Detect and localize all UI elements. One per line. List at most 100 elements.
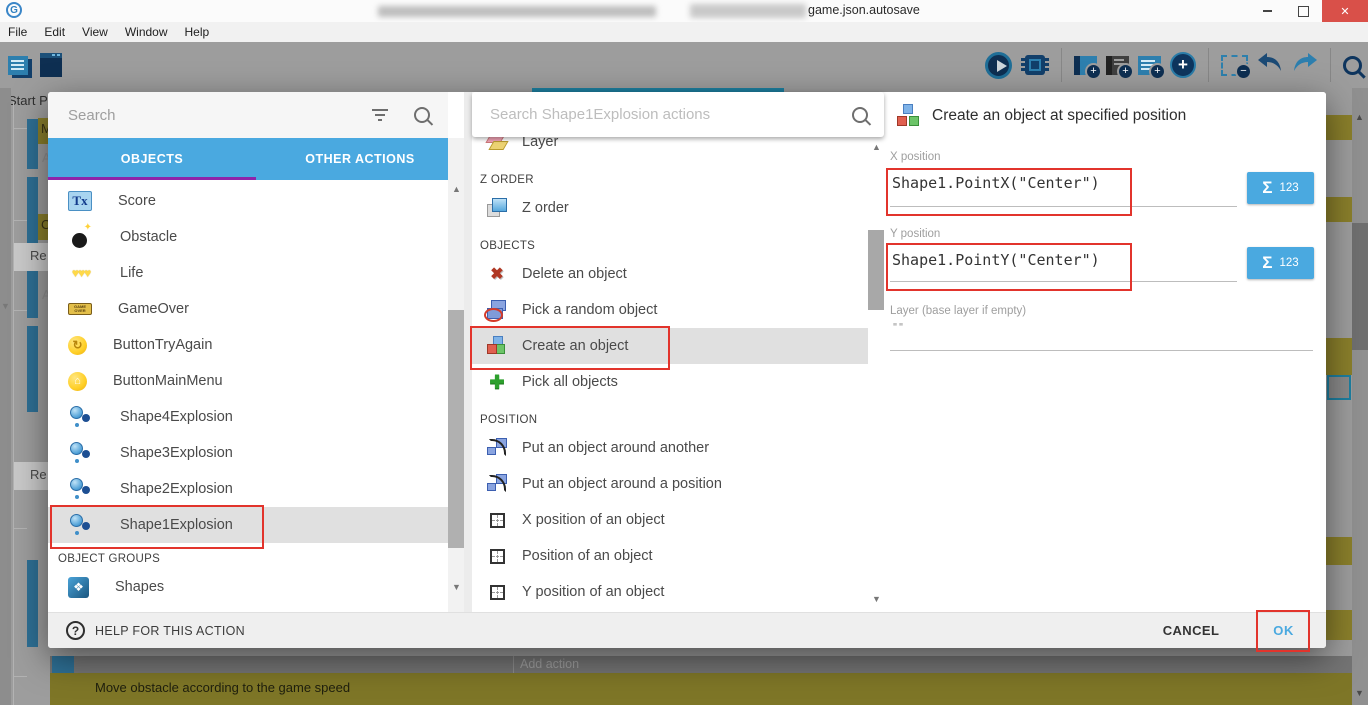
add-event-icon[interactable] xyxy=(1074,56,1097,75)
section-header-objects: OBJECTS xyxy=(472,226,868,256)
object-item-shape1explosion[interactable]: Shape1Explosion xyxy=(48,507,448,543)
field-value-input[interactable]: "" xyxy=(892,322,904,333)
object-item-buttontryagain[interactable]: ↻ButtonTryAgain xyxy=(48,327,448,363)
z-order-icon xyxy=(486,198,508,218)
menu-edit[interactable]: Edit xyxy=(44,25,65,39)
search-icon[interactable] xyxy=(852,107,868,123)
tab-objects[interactable]: OBJECTS xyxy=(48,138,256,180)
bomb-icon xyxy=(68,225,94,249)
action-item-delete-an-object[interactable]: ✖Delete an object xyxy=(472,256,868,292)
pick-random-icon xyxy=(486,300,508,320)
action-item-create-an-object[interactable]: Create an object xyxy=(472,328,868,364)
debug-icon[interactable] xyxy=(1025,55,1045,75)
field-value-input[interactable]: Shape1.PointX("Center") xyxy=(892,174,1100,192)
selected-field-outline xyxy=(1327,375,1351,400)
restore-button[interactable] xyxy=(1288,0,1318,22)
retry-icon: ↻ xyxy=(68,336,87,355)
remove-event-icon[interactable] xyxy=(1221,55,1248,76)
text-object-icon: Tx xyxy=(68,191,92,211)
particles-icon xyxy=(68,441,94,465)
event-actions-column: Add action xyxy=(50,656,1352,673)
main-toolbar: + xyxy=(0,42,1368,88)
scrollbar-thumb[interactable] xyxy=(448,310,464,548)
home-icon: ⌂ xyxy=(68,372,87,391)
blurred-path-segment xyxy=(378,6,656,17)
scroll-down-icon[interactable]: ▼ xyxy=(452,582,461,592)
menu-file[interactable]: File xyxy=(8,25,27,39)
object-search-bar xyxy=(48,92,448,138)
menu-window[interactable]: Window xyxy=(125,25,168,39)
dialog-footer: ? HELP FOR THIS ACTION CANCEL OK xyxy=(48,612,1326,648)
action-list: LayerZ ORDERZ orderOBJECTS✖Delete an obj… xyxy=(472,124,868,610)
group-item-shapes[interactable]: ❖Shapes xyxy=(48,569,448,605)
expression-editor-button[interactable]: Σ123 xyxy=(1247,172,1314,204)
close-button[interactable]: ✕ xyxy=(1322,0,1368,22)
search-icon[interactable] xyxy=(1343,56,1362,75)
filter-icon[interactable] xyxy=(371,109,388,121)
action-list-scrollbar[interactable] xyxy=(868,138,884,612)
search-icon[interactable] xyxy=(414,107,430,123)
scroll-down-icon[interactable]: ▼ xyxy=(872,594,881,604)
axis-icon xyxy=(486,510,508,530)
help-icon[interactable]: ? xyxy=(66,621,85,640)
scroll-down-icon[interactable]: ▼ xyxy=(1355,688,1364,698)
object-item-shape4explosion[interactable]: Shape4Explosion xyxy=(48,399,448,435)
object-item-obstacle[interactable]: Obstacle xyxy=(48,219,448,255)
action-item-put-an-object-around-a-position[interactable]: Put an object around a position xyxy=(472,466,868,502)
add-comment-icon[interactable] xyxy=(1106,56,1129,75)
events-left-gutter xyxy=(0,88,11,705)
scroll-up-icon[interactable]: ▲ xyxy=(1355,112,1364,122)
undo-icon[interactable] xyxy=(1257,52,1283,79)
action-search-input[interactable] xyxy=(488,105,852,124)
object-item-buttonmainmenu[interactable]: ⌂ButtonMainMenu xyxy=(48,363,448,399)
object-item-shape2explosion[interactable]: Shape2Explosion xyxy=(48,471,448,507)
action-item-pick-a-random-object[interactable]: Pick a random object xyxy=(472,292,868,328)
action-item-put-an-object-around-another[interactable]: Put an object around another xyxy=(472,430,868,466)
action-item-position-of-an-object[interactable]: Position of an object xyxy=(472,538,868,574)
action-parameters-panel: Create an object at specified position X… xyxy=(884,92,1326,612)
create-cubes-icon xyxy=(486,336,508,356)
action-item-pick-all-objects[interactable]: ✚Pick all objects xyxy=(472,364,868,400)
object-item-life[interactable]: ♥♥♥Life xyxy=(48,255,448,291)
object-item-gameover[interactable]: GAME OVERGameOver xyxy=(48,291,448,327)
blurred-path-segment xyxy=(690,4,806,18)
action-item-x-position-of-an-object[interactable]: X position of an object xyxy=(472,502,868,538)
minimize-button[interactable] xyxy=(1252,0,1282,22)
object-groups-header: OBJECT GROUPS xyxy=(48,543,448,569)
action-item-z-order[interactable]: Z order xyxy=(472,190,868,226)
add-action-link[interactable]: Add action xyxy=(520,657,579,671)
events-editor-background: Start P ▼ MACReARe ▲ ▼ A xyxy=(0,88,1368,705)
object-search-input[interactable] xyxy=(66,106,371,125)
object-item-shape3explosion[interactable]: Shape3Explosion xyxy=(48,435,448,471)
ok-button[interactable]: OK xyxy=(1267,622,1300,639)
add-new-icon[interactable]: + xyxy=(1170,52,1196,78)
help-link[interactable]: HELP FOR THIS ACTION xyxy=(95,624,245,638)
plus-green-icon: ✚ xyxy=(486,372,508,392)
section-header-z-order: Z ORDER xyxy=(472,160,868,190)
event-comment[interactable]: Move obstacle according to the game spee… xyxy=(50,673,1352,705)
redo-icon[interactable] xyxy=(1292,52,1318,79)
scene-editor-icon[interactable] xyxy=(40,53,62,77)
collapse-arrow-icon[interactable]: ▼ xyxy=(1,301,10,311)
menu-view[interactable]: View xyxy=(82,25,108,39)
scroll-up-icon[interactable]: ▲ xyxy=(452,184,461,194)
menu-help[interactable]: Help xyxy=(185,25,210,39)
scrollbar-thumb[interactable] xyxy=(1352,223,1368,350)
cancel-button[interactable]: CANCEL xyxy=(1157,622,1226,639)
scroll-up-icon[interactable]: ▲ xyxy=(872,142,881,152)
add-subevent-icon[interactable] xyxy=(1138,56,1161,75)
object-item-score[interactable]: TxScore xyxy=(48,183,448,219)
action-item-y-position-of-an-object[interactable]: Y position of an object xyxy=(472,574,868,610)
events-vertical-scrollbar[interactable] xyxy=(1352,88,1368,705)
create-object-icon xyxy=(896,104,922,128)
action-search-bar xyxy=(472,92,884,137)
play-icon[interactable] xyxy=(985,52,1012,79)
scrollbar-thumb[interactable] xyxy=(868,230,884,310)
expression-editor-button[interactable]: Σ123 xyxy=(1247,247,1314,279)
tab-other-actions[interactable]: OTHER ACTIONS xyxy=(256,138,464,180)
scene-events-icon[interactable] xyxy=(8,56,28,75)
action-header: Create an object at specified position xyxy=(896,104,1186,128)
field-value-input[interactable]: Shape1.PointY("Center") xyxy=(892,251,1100,269)
hearts-icon: ♥♥♥ xyxy=(68,261,94,285)
window-title: game.json.autosave xyxy=(808,3,920,17)
